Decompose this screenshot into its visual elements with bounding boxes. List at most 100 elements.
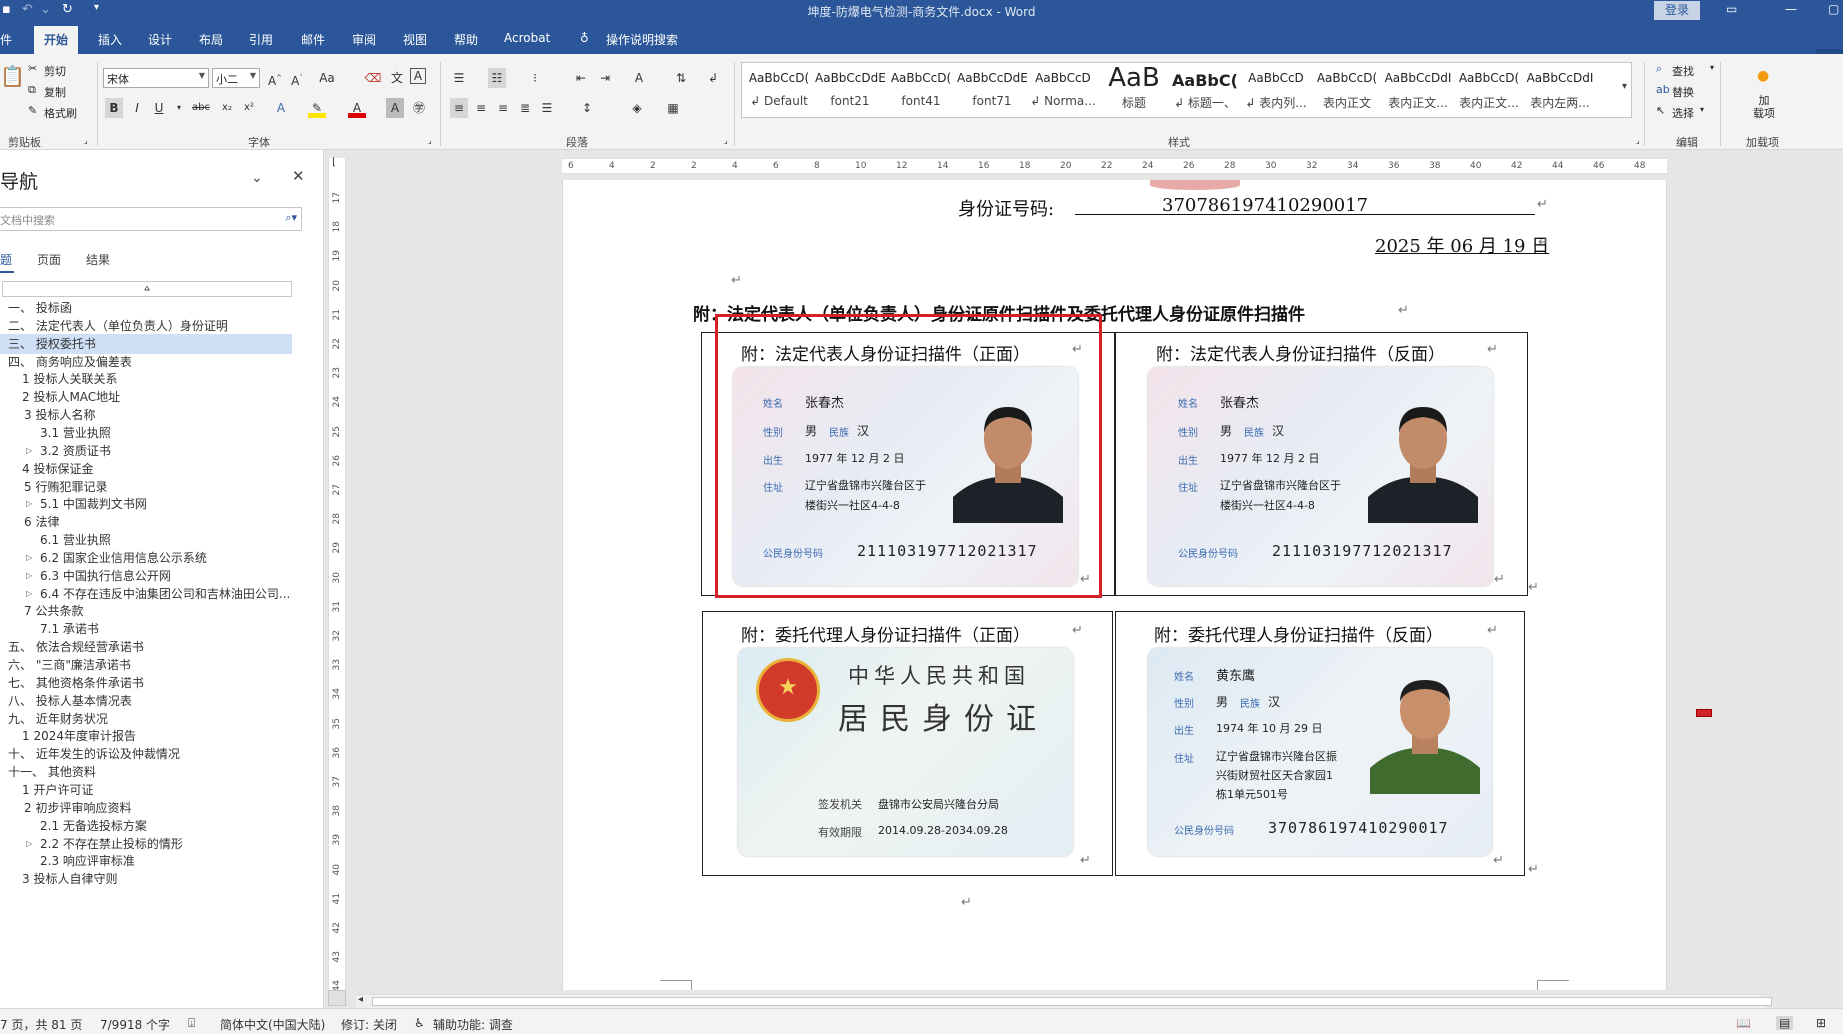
underline-icon[interactable]: U <box>150 98 168 118</box>
print-layout-icon[interactable]: ▤ <box>1776 1016 1794 1030</box>
line-spacing-icon[interactable]: ↕ <box>578 98 596 118</box>
shading-icon[interactable]: ◈ <box>628 98 646 118</box>
text-effects-icon[interactable]: A <box>272 98 290 118</box>
language[interactable]: 简体中文(中国大陆) <box>220 1016 325 1033</box>
change-case-icon[interactable]: Aa <box>318 68 336 88</box>
strikethrough-icon[interactable]: abc <box>192 98 210 118</box>
grow-font-icon[interactable]: A^ <box>266 68 284 88</box>
underline-dropdown-icon[interactable]: ▾ <box>170 98 188 118</box>
italic-icon[interactable]: I <box>128 98 146 118</box>
style-item[interactable]: AaBbCcDdE font21 <box>815 63 885 117</box>
tab-acrobat[interactable]: Acrobat <box>504 31 550 45</box>
tab-view[interactable]: 视图 <box>403 31 427 48</box>
minimize-icon[interactable]: — <box>1785 2 1797 16</box>
superscript-icon[interactable]: x² <box>240 98 258 118</box>
select-button[interactable]: 选择 <box>1672 105 1694 121</box>
id-card-agent-front[interactable]: ★ 中华人民共和国 居民身份证 签发机关 盘锦市公安局兴隆台分局 有效期限 20… <box>738 648 1073 856</box>
decrease-indent-icon[interactable]: ⇤ <box>572 68 590 88</box>
scroll-left-icon[interactable]: ◂ <box>358 994 363 1005</box>
style-item[interactable]: AaBbCcD ↲ Norma... <box>1028 63 1098 117</box>
align-right-icon[interactable]: ≡ <box>494 98 512 118</box>
style-item[interactable]: AaBbCcD(↲ Default <box>744 63 814 117</box>
align-left-icon[interactable]: ≡ <box>450 98 468 118</box>
nav-tab-pages[interactable]: 页面 <box>37 251 61 268</box>
multilevel-list-icon[interactable]: ⁝ <box>526 68 544 88</box>
cut-icon[interactable]: ✂ <box>28 62 37 75</box>
numbering-icon[interactable]: ☷ <box>488 68 506 88</box>
font-name-combo[interactable]: 宋体 ▼ <box>103 68 209 88</box>
comment-marker[interactable] <box>1696 709 1712 717</box>
character-border-icon[interactable]: A <box>410 68 426 84</box>
justify-icon[interactable]: ≣ <box>516 98 534 118</box>
tab-mailings[interactable]: 邮件 <box>301 31 325 48</box>
tab-selector-icon[interactable]: ⌊ <box>332 157 336 168</box>
phonetic-guide-icon[interactable]: 文 <box>388 68 406 88</box>
highlight-icon[interactable]: ✎ <box>308 98 326 118</box>
style-item[interactable]: AaBbCcDdI 表内正文... <box>1383 63 1453 117</box>
paragraph-launcher-icon[interactable]: ⌟ <box>724 136 728 145</box>
replace-button[interactable]: 替换 <box>1672 84 1694 100</box>
bullets-icon[interactable]: ☰ <box>450 68 468 88</box>
tab-home[interactable]: 开始 <box>34 26 79 54</box>
accessibility-icon[interactable]: ♿ <box>414 1016 425 1030</box>
close-icon[interactable]: ✕ <box>292 167 305 185</box>
style-item[interactable]: AaBbC(↲ 标题一、 <box>1170 63 1240 117</box>
clear-formatting-icon[interactable]: ⌫ <box>364 68 382 88</box>
style-item[interactable]: AaBbCcD(表内正文... <box>1454 63 1524 117</box>
tab-insert[interactable]: 插入 <box>98 31 122 48</box>
replace-icon[interactable]: ab <box>1656 83 1670 96</box>
track-changes-status[interactable]: 修订: 关闭 <box>341 1016 397 1033</box>
distributed-icon[interactable]: ☰ <box>538 98 556 118</box>
clipboard-launcher-icon[interactable]: ⌟ <box>84 136 88 145</box>
tab-design[interactable]: 设计 <box>148 31 172 48</box>
scrollbar-thumb[interactable] <box>372 997 1772 1006</box>
style-item[interactable]: AaBbCcD ↲ 表内列... <box>1241 63 1311 117</box>
read-mode-icon[interactable]: 📖 <box>1736 1016 1751 1030</box>
show-marks-icon[interactable]: ↲ <box>704 68 722 88</box>
ribbon-display-icon[interactable]: ▭ <box>1726 2 1737 16</box>
styles-more-icon[interactable]: ▾ <box>1622 81 1627 92</box>
nav-tab-headings[interactable]: 标题 <box>0 251 12 268</box>
nav-search-input[interactable]: 在文档中搜索 ⌕▾ <box>0 207 302 231</box>
increase-indent-icon[interactable]: ⇥ <box>596 68 614 88</box>
word-count[interactable]: 7/9918 个字 <box>100 1016 170 1033</box>
select-icon[interactable]: ↖ <box>1656 104 1665 117</box>
borders-icon[interactable]: ▦ <box>664 98 682 118</box>
character-shading-icon[interactable]: A <box>386 98 404 118</box>
style-item[interactable]: AaBbCcD(表内正文 <box>1312 63 1382 117</box>
bold-icon[interactable]: B <box>105 98 123 118</box>
tab-review[interactable]: 审阅 <box>352 31 376 48</box>
tab-help[interactable]: 帮助 <box>454 31 478 48</box>
tab-layout[interactable]: 布局 <box>199 31 223 48</box>
copy-button[interactable]: 复制 <box>44 84 66 100</box>
page-count[interactable]: 7 页，共 81 页 <box>0 1016 82 1033</box>
accessibility-status[interactable]: 辅助功能: 调查 <box>433 1016 513 1033</box>
format-painter-button[interactable]: 格式刷 <box>44 105 77 121</box>
web-layout-icon[interactable]: ⊞ <box>1816 1016 1826 1030</box>
styles-launcher-icon[interactable]: ⌟ <box>1636 136 1640 145</box>
id-card-agent-back[interactable]: 姓名 黄东鹰 性别 男 民族 汉 出生 1974 年 10 月 29 日 住址 … <box>1148 648 1492 856</box>
login-button[interactable]: 登录 <box>1654 1 1700 20</box>
style-item[interactable]: AaB 标题 <box>1099 63 1169 117</box>
find-button[interactable]: 查找 <box>1672 63 1694 79</box>
cut-button[interactable]: 剪切 <box>44 63 66 79</box>
outline-item[interactable]: 3 投标人自律守则 <box>0 869 292 889</box>
id-card-rep-back[interactable]: 姓名 张春杰 性别 男 民族 汉 出生 1977 年 12 月 2 日 住址 辽… <box>1148 367 1493 586</box>
horizontal-scrollbar[interactable]: ◂ <box>356 994 1772 1008</box>
chevron-down-icon[interactable]: ▾ <box>1710 63 1714 72</box>
font-size-combo[interactable]: 小二 ▼ <box>212 68 260 88</box>
format-painter-icon[interactable]: ✎ <box>28 104 37 117</box>
nav-tab-results[interactable]: 结果 <box>86 251 110 268</box>
proofing-icon[interactable]: ⍗ <box>188 1016 195 1031</box>
sort-icon[interactable]: ⇅ <box>672 68 690 88</box>
search-icon[interactable]: ⌕▾ <box>285 211 297 225</box>
maximize-icon[interactable]: ▢ <box>1828 2 1839 16</box>
vertical-scroll-corner[interactable] <box>328 990 346 1006</box>
font-launcher-icon[interactable]: ⌟ <box>428 136 432 145</box>
tab-references[interactable]: 引用 <box>249 31 273 48</box>
chinese-layout-icon[interactable]: A <box>630 68 648 88</box>
paste-icon[interactable]: 📋 <box>0 64 25 88</box>
copy-icon[interactable]: ⧉ <box>28 83 36 97</box>
enclose-characters-icon[interactable]: ㊫ <box>410 98 428 118</box>
align-center-icon[interactable]: ≡ <box>472 98 490 118</box>
